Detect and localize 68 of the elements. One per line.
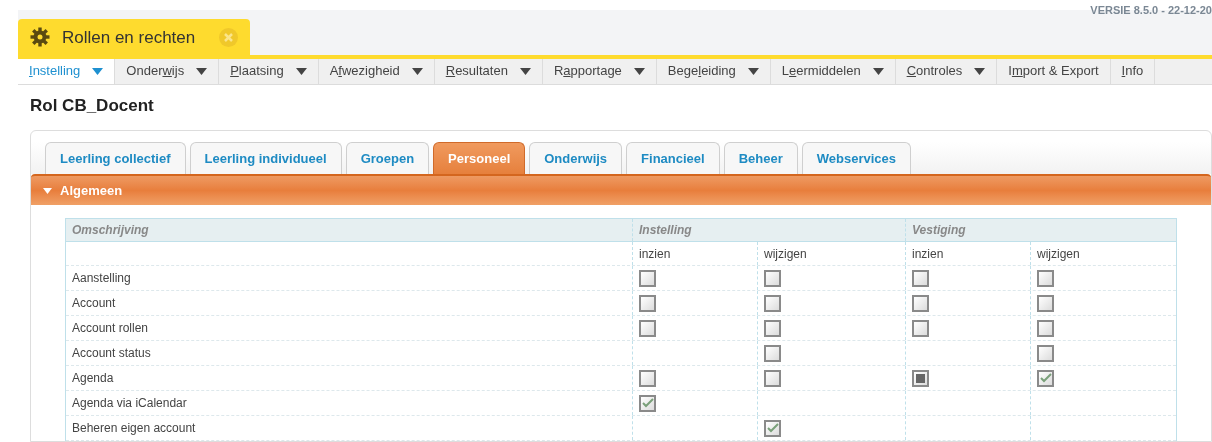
menu-item[interactable]: Instelling	[18, 58, 116, 84]
caret-icon	[196, 67, 208, 75]
column-header: Omschrijving	[71, 222, 150, 239]
version-text: VERSIE 8.5.0 - 22-12-20	[1090, 3, 1212, 18]
checkbox[interactable]	[764, 344, 781, 362]
tab[interactable]: Leerling individueel	[189, 142, 342, 174]
row-label: Account rollen	[72, 320, 149, 337]
menu-item[interactable]: Controles	[895, 58, 998, 84]
checkbox[interactable]	[639, 269, 656, 287]
checkbox[interactable]	[639, 394, 656, 412]
row-label: Account status	[72, 345, 151, 362]
window-tab[interactable]: Rollen en rechten	[18, 19, 250, 56]
tab[interactable]: Leerling collectief	[45, 142, 186, 174]
tab[interactable]: Financieel	[626, 142, 720, 174]
menu-item[interactable]: Begeleiding	[656, 58, 771, 84]
checkbox[interactable]	[912, 369, 929, 387]
caret-icon	[872, 67, 884, 75]
menu-item[interactable]: Afwezigheid	[318, 58, 435, 84]
column-subheader: wijzigen	[1037, 245, 1080, 263]
menu-item[interactable]: Rapportage	[542, 58, 657, 84]
checkbox[interactable]	[639, 294, 656, 312]
column-subheader: wijzigen	[764, 245, 807, 263]
checkbox[interactable]	[764, 269, 781, 287]
checkbox[interactable]	[1037, 294, 1054, 312]
column-header: Instelling	[632, 219, 905, 241]
tab[interactable]: Beheer	[723, 142, 798, 174]
gear-icon	[30, 27, 50, 48]
menu-item[interactable]: Leermiddelen	[770, 58, 896, 84]
row-label: Agenda	[72, 370, 114, 387]
column-subheader: inzien	[912, 245, 944, 263]
checkbox[interactable]	[764, 294, 781, 312]
page-title: Rol CB_Docent	[30, 94, 155, 117]
checkbox[interactable]	[1037, 269, 1054, 287]
caret-icon	[43, 187, 52, 194]
checkbox[interactable]	[912, 319, 929, 337]
menu-item[interactable]: Import & Export	[997, 58, 1111, 84]
checkbox[interactable]	[912, 269, 929, 287]
section-title: Algemeen	[60, 181, 123, 200]
tab[interactable]: Webservices	[801, 142, 912, 174]
checkbox[interactable]	[764, 319, 781, 337]
column-subheader: inzien	[639, 245, 671, 263]
checkbox[interactable]	[1037, 319, 1054, 337]
tab[interactable]: Onderwijs	[529, 142, 623, 174]
checkbox[interactable]	[764, 369, 781, 387]
menu-item[interactable]: Onderwijs	[115, 58, 220, 84]
window-title: Rollen en rechten	[62, 26, 196, 49]
row-label: Aanstelling	[72, 270, 131, 287]
menu-item[interactable]: Info	[1110, 58, 1156, 84]
caret-icon	[747, 67, 759, 75]
menu-item[interactable]: Plaatsing	[219, 58, 319, 84]
checkbox[interactable]	[1037, 369, 1054, 387]
checkbox[interactable]	[764, 419, 781, 437]
checkbox[interactable]	[639, 369, 656, 387]
caret-icon	[974, 67, 986, 75]
caret-icon	[519, 67, 531, 75]
caret-icon	[411, 67, 423, 75]
checkbox[interactable]	[912, 294, 929, 312]
caret-icon	[92, 67, 104, 75]
checkbox[interactable]	[1037, 344, 1054, 362]
checkbox[interactable]	[639, 319, 656, 337]
column-header: Vestiging	[905, 219, 1178, 241]
caret-icon	[633, 67, 645, 75]
row-label: Agenda via iCalendar	[72, 395, 187, 412]
row-label: Beheren eigen account	[72, 420, 196, 437]
tab[interactable]: Groepen	[345, 142, 430, 174]
row-label: Account	[72, 295, 116, 312]
caret-icon	[295, 67, 307, 75]
menu-item[interactable]: Resultaten	[434, 58, 543, 84]
